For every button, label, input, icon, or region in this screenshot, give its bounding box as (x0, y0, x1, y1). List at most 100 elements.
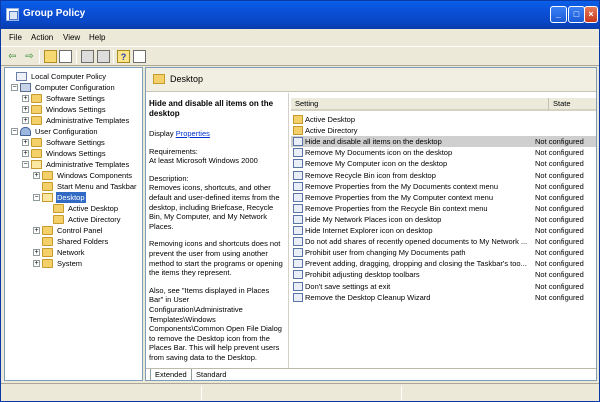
expand-icon[interactable]: + (33, 172, 40, 179)
list-item[interactable]: Hide Internet Explorer icon on desktop No… (291, 225, 596, 236)
setting-state: Not configured (535, 159, 584, 169)
maximize-button[interactable]: □ (568, 6, 585, 23)
folder-icon (31, 116, 42, 125)
setting-name: Don't save settings at exit (305, 281, 391, 291)
policy-setting-icon (293, 181, 303, 191)
status-separator (401, 386, 402, 400)
list-item[interactable]: Remove My Documents icon on the desktop N… (291, 147, 596, 158)
expand-icon[interactable]: + (33, 227, 40, 234)
setting-name: Remove Recycle Bin icon from desktop (305, 170, 436, 180)
minimize-button[interactable]: _ (550, 6, 567, 23)
menu-file[interactable]: File (9, 33, 22, 42)
setting-name: Remove the Desktop Cleanup Wizard (305, 292, 431, 302)
setting-state: Not configured (535, 248, 584, 258)
policy-setting-icon (293, 292, 303, 302)
menu-action[interactable]: Action (31, 33, 53, 42)
list-item[interactable]: Remove Properties from the My Computer c… (291, 192, 596, 203)
setting-name: Hide My Network Places icon on desktop (305, 214, 442, 224)
list-item[interactable]: Prevent adding, dragging, dropping and c… (291, 258, 596, 269)
folder-open-icon (31, 160, 42, 169)
toolbar-separator (76, 50, 77, 64)
expand-icon[interactable]: + (22, 117, 29, 124)
close-button[interactable]: × (584, 6, 598, 23)
expand-icon[interactable]: + (22, 139, 29, 146)
display-properties: Display Properties (149, 129, 210, 138)
menu-bar: File Action View Help (1, 31, 599, 45)
menu-view[interactable]: View (63, 33, 80, 42)
list-item[interactable]: Remove Recycle Bin icon from desktop Not … (291, 170, 596, 181)
expand-icon[interactable]: + (33, 260, 40, 267)
setting-state: Not configured (535, 259, 584, 269)
properties-icon[interactable] (81, 50, 94, 63)
details-header: Desktop (146, 68, 596, 92)
folder-icon (42, 237, 53, 246)
list-item[interactable]: Prohibit adjusting desktop toolbars Not c… (291, 269, 596, 280)
column-header-setting[interactable]: Setting (291, 98, 549, 111)
setting-name: Active Directory (305, 126, 358, 136)
list-item[interactable]: Prohibit user from changing My Documents… (291, 247, 596, 258)
list-item[interactable]: Don't save settings at exit Not configure… (291, 281, 596, 292)
folder-icon (42, 171, 53, 180)
collapse-icon[interactable]: − (33, 194, 40, 201)
menu-help[interactable]: Help (89, 33, 105, 42)
folder-icon (42, 248, 53, 257)
description-paragraph: Also, see "Items displayed in Places Bar… (149, 285, 282, 362)
description: Description: Removes icons, shortcuts, an… (149, 173, 280, 231)
expand-icon[interactable]: + (33, 249, 40, 256)
setting-state: Not configured (535, 281, 584, 291)
expand-icon[interactable]: + (22, 106, 29, 113)
collapse-icon[interactable]: − (22, 161, 29, 168)
folder-icon (42, 182, 53, 191)
policy-setting-icon (293, 159, 303, 169)
view-icon[interactable] (133, 50, 146, 63)
setting-state: Not configured (535, 192, 584, 202)
tab-extended[interactable]: Extended (150, 369, 192, 380)
list-item[interactable]: Remove the Desktop Cleanup Wizard Not con… (291, 292, 596, 303)
setting-name: Do not add shares of recently opened doc… (305, 237, 528, 247)
up-folder-icon[interactable] (44, 50, 57, 63)
setting-name: Prohibit user from changing My Documents… (305, 248, 466, 258)
list-item[interactable]: Do not add shares of recently opened doc… (291, 236, 596, 247)
back-arrow-icon[interactable]: ⇦ (6, 50, 19, 63)
policy-icon (16, 72, 27, 81)
details-title: Desktop (170, 74, 204, 84)
collapse-icon[interactable]: − (11, 84, 18, 91)
properties-link[interactable]: Properties (176, 129, 210, 138)
status-bar (1, 383, 599, 401)
setting-name: Remove My Documents icon on the desktop (305, 148, 453, 158)
setting-state: Not configured (535, 214, 584, 224)
group-policy-app-icon (6, 8, 19, 21)
list-item[interactable]: Remove Properties from the My Documents … (291, 181, 596, 192)
list-item[interactable]: Active Directory (291, 125, 596, 136)
folder-open-icon (42, 193, 53, 202)
policy-setting-icon (293, 203, 303, 213)
expand-icon[interactable]: + (22, 95, 29, 102)
setting-state: Not configured (535, 237, 584, 247)
folder-icon (42, 226, 53, 235)
forward-arrow-icon[interactable]: ⇨ (23, 50, 36, 63)
policy-setting-icon (293, 226, 303, 235)
show-tree-icon[interactable] (59, 50, 72, 63)
tab-standard[interactable]: Standard (192, 369, 230, 380)
setting-name: Active Desktop (305, 115, 356, 124)
title-bar[interactable]: Group Policy _ □ × (1, 1, 599, 29)
help-icon[interactable]: ? (117, 50, 130, 63)
expand-icon[interactable]: + (22, 150, 29, 157)
status-separator (201, 386, 202, 400)
user-icon (20, 127, 31, 136)
list-item[interactable]: Remove Properties from the Recycle Bin c… (291, 203, 596, 214)
setting-name: Hide and disable all items on the deskto… (305, 137, 442, 147)
list-item[interactable]: Active Desktop (291, 114, 596, 125)
collapse-icon[interactable]: − (11, 128, 18, 135)
folder-icon (31, 149, 42, 158)
list-item[interactable]: Hide My Network Places icon on desktop No… (291, 214, 596, 225)
policy-setting-icon (293, 259, 303, 269)
list-item[interactable]: Hide and disable all items on the deskto… (291, 136, 596, 148)
folder-icon (31, 94, 42, 103)
requirements: Requirements: At least Microsoft Windows … (149, 146, 258, 166)
export-list-icon[interactable] (97, 50, 110, 63)
view-tabs: Extended Standard (146, 368, 596, 380)
window-title: Group Policy (23, 8, 86, 19)
list-item[interactable]: Remove My Computer icon on the desktop No… (291, 158, 596, 169)
column-header-state[interactable]: State (549, 98, 596, 111)
